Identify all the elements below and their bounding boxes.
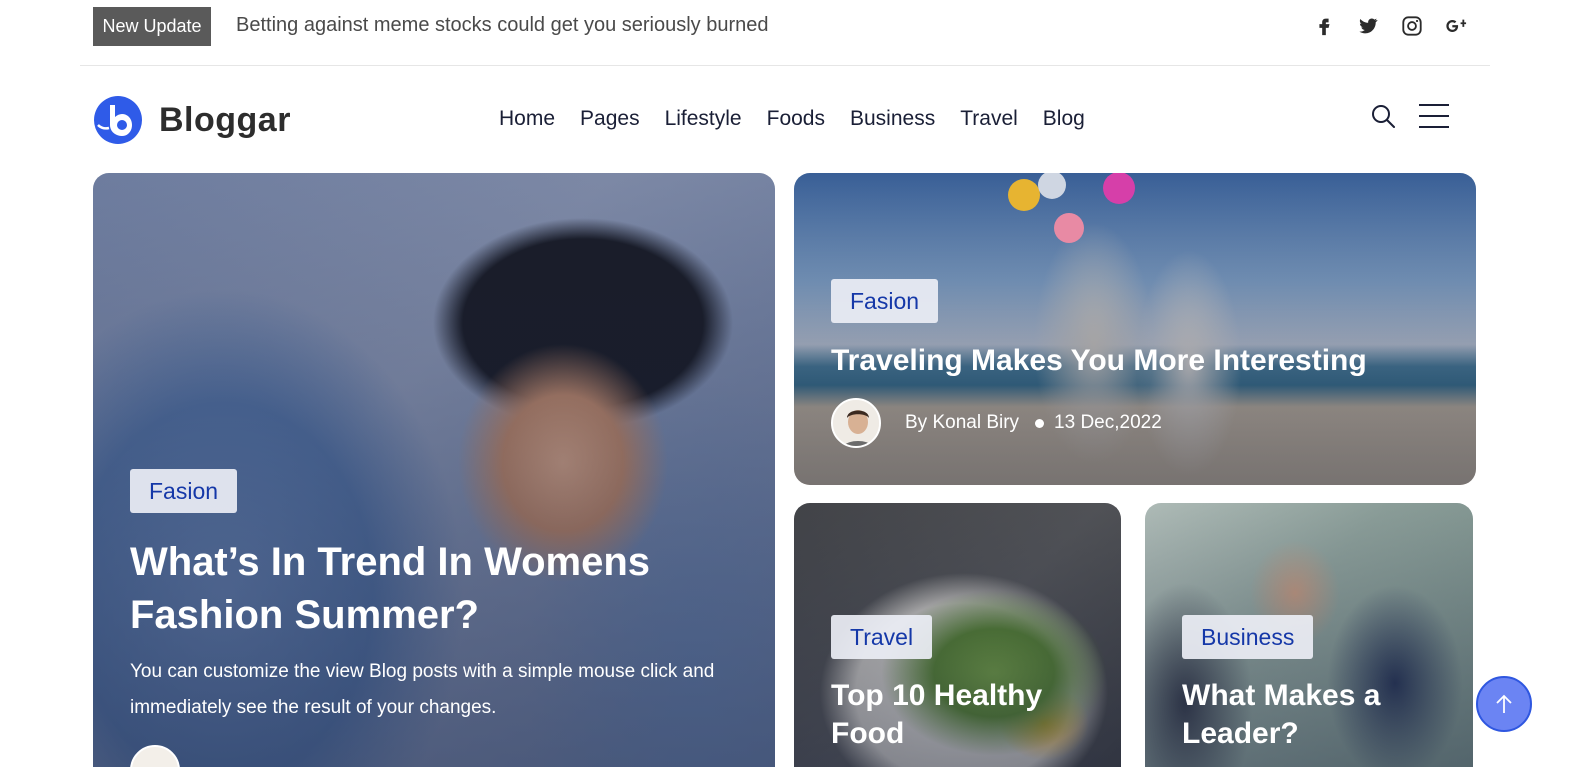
meta-separator <box>1035 418 1045 428</box>
author-avatar <box>831 398 881 448</box>
logo-icon <box>94 96 142 144</box>
site-logo[interactable]: Bloggar <box>93 95 291 145</box>
facebook-icon[interactable] <box>1312 12 1336 40</box>
post-title[interactable]: What Makes a Leader? <box>1182 677 1442 753</box>
arrow-up-icon <box>1496 694 1512 713</box>
news-ticker[interactable]: Betting against meme stocks could get yo… <box>236 14 769 37</box>
category-tag[interactable]: Business <box>1182 615 1314 659</box>
post-title[interactable]: What’s In Trend In Womens Fashion Summer… <box>130 536 690 642</box>
food-post-card[interactable]: Travel Top 10 Healthy Food <box>794 503 1121 767</box>
featured-post-card[interactable]: Fasion What’s In Trend In Womens Fashion… <box>93 173 775 767</box>
nav-lifestyle[interactable]: Lifestyle <box>665 107 742 131</box>
instagram-icon[interactable] <box>1400 12 1424 40</box>
nav-blog[interactable]: Blog <box>1043 107 1085 131</box>
twitter-icon[interactable] <box>1356 12 1380 40</box>
nav-business[interactable]: Business <box>850 107 935 131</box>
category-tag[interactable]: Travel <box>831 615 933 659</box>
nav-home[interactable]: Home <box>499 107 555 131</box>
site-header: Bloggar Home Pages Lifestyle Foods Busin… <box>0 67 1584 172</box>
menu-icon[interactable] <box>1418 103 1450 129</box>
header-actions <box>1370 103 1450 129</box>
post-date: 13 Dec,2022 <box>1054 412 1162 433</box>
category-tag[interactable]: Fasion <box>130 469 238 513</box>
post-title[interactable]: Top 10 Healthy Food <box>831 677 1091 753</box>
google-plus-icon[interactable] <box>1444 12 1468 40</box>
back-to-top-button[interactable] <box>1476 676 1532 732</box>
logo-text: Bloggar <box>159 100 291 139</box>
author-name[interactable]: By Konal Biry <box>905 412 1019 434</box>
business-post-card[interactable]: Business What Makes a Leader? <box>1145 503 1473 767</box>
post-meta: By Konal Biry 13 Dec,2022 <box>831 398 1162 448</box>
travel-post-card[interactable]: Fasion Traveling Makes You More Interest… <box>794 173 1476 485</box>
nav-travel[interactable]: Travel <box>960 107 1018 131</box>
new-update-badge: New Update <box>93 7 211 46</box>
social-links <box>1312 12 1468 40</box>
nav-pages[interactable]: Pages <box>580 107 640 131</box>
main-nav: Home Pages Lifestyle Foods Business Trav… <box>499 107 1085 131</box>
balloons-illustration <box>1008 173 1135 243</box>
top-bar: New Update Betting against meme stocks c… <box>80 0 1490 66</box>
post-excerpt: You can customize the view Blog posts wi… <box>130 661 715 718</box>
search-icon[interactable] <box>1370 103 1396 129</box>
post-title[interactable]: Traveling Makes You More Interesting <box>831 341 1451 381</box>
nav-foods[interactable]: Foods <box>767 107 825 131</box>
category-tag[interactable]: Fasion <box>831 279 939 323</box>
